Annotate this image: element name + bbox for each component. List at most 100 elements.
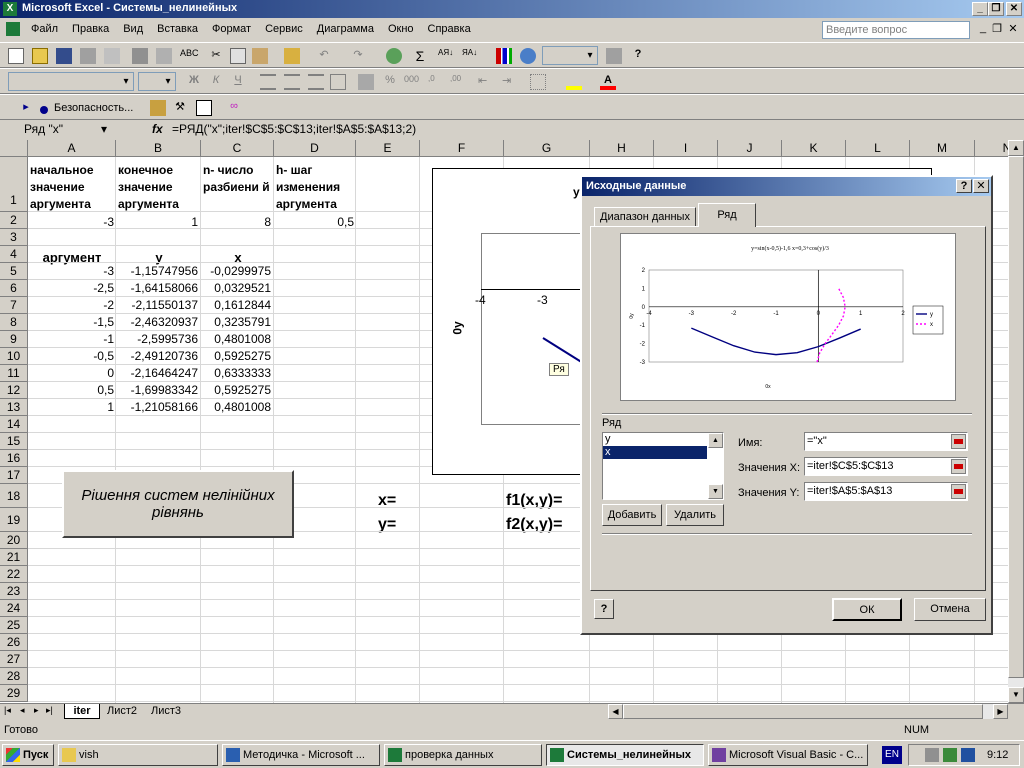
percent-icon[interactable]: % (382, 74, 398, 90)
menu-window[interactable]: Окно (381, 19, 421, 39)
task-systems[interactable]: Системы_нелинейных (546, 744, 704, 766)
italic-icon[interactable]: К (208, 74, 224, 90)
tab-series[interactable]: Ряд (698, 203, 756, 227)
table-cell[interactable]: -1 (30, 332, 114, 346)
zoom-combo[interactable] (542, 46, 598, 65)
menu-help[interactable]: Справка (421, 19, 478, 39)
column-header[interactable]: A (28, 140, 116, 157)
cell-b1[interactable]: конечное значение аргумента (118, 162, 200, 213)
monitor-icon[interactable] (961, 748, 975, 762)
column-header[interactable]: N (975, 140, 1010, 157)
copy-icon[interactable] (230, 48, 246, 64)
scroll-up-icon[interactable]: ▲ (1008, 140, 1024, 156)
cut-icon[interactable]: ✂ (208, 48, 224, 64)
paste-icon[interactable] (252, 48, 268, 64)
row-header[interactable]: 22 (0, 566, 28, 583)
table-cell[interactable]: -2,11550137 (118, 298, 198, 312)
table-cell[interactable]: -1,21058166 (118, 400, 198, 414)
align-center-icon[interactable] (284, 74, 300, 90)
row-header[interactable]: 16 (0, 450, 28, 467)
column-header[interactable]: E (356, 140, 420, 157)
doc-close-button[interactable]: ✕ (1006, 22, 1020, 36)
next-sheet-icon[interactable]: ▸ (34, 705, 39, 716)
row-header[interactable]: 5 (0, 263, 28, 280)
table-cell[interactable]: 0,5925275 (203, 349, 271, 363)
save-icon[interactable] (56, 48, 72, 64)
menu-edit[interactable]: Правка (65, 19, 116, 39)
doc-restore-button[interactable]: ❐ (990, 22, 1004, 36)
language-indicator[interactable]: EN (882, 746, 902, 764)
column-header[interactable]: D (274, 140, 356, 157)
table-cell[interactable]: -1,15747956 (118, 264, 198, 278)
sort-descending-icon[interactable]: ЯA↓ (462, 48, 478, 64)
task-vb[interactable]: Microsoft Visual Basic - C... (708, 744, 868, 766)
vb-editor-icon[interactable]: ⚒ (172, 100, 188, 116)
chevron-down-icon[interactable]: ▾ (101, 121, 107, 138)
row-header[interactable]: 28 (0, 668, 28, 685)
close-button[interactable]: ✕ (1006, 2, 1022, 16)
decrease-decimal-icon[interactable]: ,00 (450, 74, 466, 90)
column-header[interactable]: H (590, 140, 654, 157)
fill-color-icon[interactable] (566, 74, 582, 90)
table-cell[interactable]: -2,49120736 (118, 349, 198, 363)
print-preview-icon[interactable] (156, 48, 172, 64)
cell-c1[interactable]: n- число разбиени й (203, 162, 273, 196)
table-cell[interactable]: 0,4801008 (203, 332, 271, 346)
restore-button[interactable]: ❐ (988, 2, 1004, 16)
design-mode-icon[interactable] (196, 100, 212, 116)
table-cell[interactable]: 0,1612844 (203, 298, 271, 312)
table-cell[interactable]: -3 (30, 264, 114, 278)
hyperlink-icon[interactable] (386, 48, 402, 64)
align-left-icon[interactable] (260, 74, 276, 90)
scroll-thumb[interactable] (1008, 156, 1024, 678)
borders-icon[interactable] (530, 74, 546, 90)
remove-series-button[interactable]: Удалить (666, 504, 724, 526)
chart-wizard-icon[interactable] (496, 48, 512, 64)
table-cell[interactable]: 0,4801008 (203, 400, 271, 414)
permission-icon[interactable] (80, 48, 96, 64)
ok-button[interactable]: ОК (832, 598, 902, 621)
menu-insert[interactable]: Вставка (150, 19, 205, 39)
table-cell[interactable]: 1 (30, 400, 114, 414)
column-header[interactable]: M (910, 140, 975, 157)
column-header[interactable]: I (654, 140, 718, 157)
row-header[interactable]: 8 (0, 314, 28, 331)
table-cell[interactable]: 0,0329521 (203, 281, 271, 295)
bold-icon[interactable]: Ж (186, 74, 202, 90)
scroll-left-icon[interactable]: ◀ (608, 704, 623, 719)
row-header[interactable]: 3 (0, 229, 28, 246)
row-header[interactable]: 18 (0, 484, 28, 508)
table-cell[interactable]: 0,3235791 (203, 315, 271, 329)
table-cell[interactable]: -1,5 (30, 315, 114, 329)
column-header[interactable]: C (201, 140, 274, 157)
name-box[interactable]: Ряд "x" ▾ (2, 121, 110, 138)
list-scroll-down-icon[interactable]: ▼ (708, 484, 723, 499)
cancel-button[interactable]: Отмена (914, 598, 986, 621)
scroll-right-icon[interactable]: ▶ (993, 704, 1008, 719)
table-cell[interactable]: 0,5925275 (203, 383, 271, 397)
first-sheet-icon[interactable]: |◂ (4, 705, 11, 716)
column-header[interactable]: G (504, 140, 590, 157)
autosum-icon[interactable]: Σ (412, 48, 428, 64)
align-right-icon[interactable] (308, 74, 324, 90)
prev-sheet-icon[interactable]: ◂ (20, 705, 25, 716)
row-header[interactable]: 9 (0, 331, 28, 348)
dialog-help-button[interactable]: ? (956, 179, 972, 193)
range-picker-icon[interactable] (951, 459, 966, 474)
doc-minimize-button[interactable]: _ (976, 22, 990, 36)
increase-indent-icon[interactable]: ⇥ (502, 74, 518, 90)
help-icon[interactable]: ? (630, 48, 646, 64)
row-header[interactable]: 6 (0, 280, 28, 297)
select-all-corner[interactable] (0, 140, 28, 157)
h-scroll-thumb[interactable] (623, 704, 983, 719)
format-painter-icon[interactable] (284, 48, 300, 64)
script-editor-icon[interactable]: ∞ (226, 100, 242, 116)
name-input[interactable]: ="x" (804, 432, 968, 451)
run-macro-icon[interactable]: ▸ (18, 100, 34, 116)
table-cell[interactable]: -2 (30, 298, 114, 312)
series-item-x[interactable]: x (603, 446, 707, 459)
menu-view[interactable]: Вид (116, 19, 150, 39)
column-header[interactable]: K (782, 140, 846, 157)
new-icon[interactable] (8, 48, 24, 64)
list-scroll-up-icon[interactable]: ▲ (708, 433, 723, 448)
